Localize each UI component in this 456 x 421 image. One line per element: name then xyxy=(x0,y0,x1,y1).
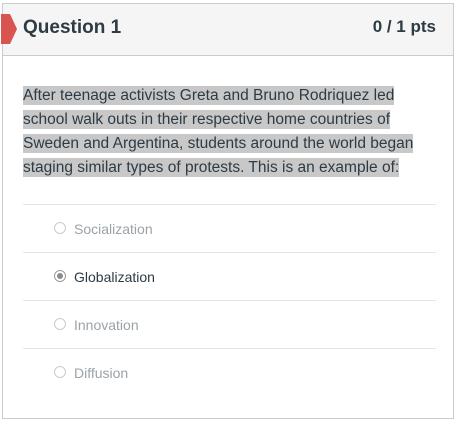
radio-icon[interactable] xyxy=(54,318,66,330)
question-text: After teenage activists Greta and Bruno … xyxy=(23,84,428,180)
radio-icon[interactable] xyxy=(54,222,66,234)
radio-icon[interactable] xyxy=(54,366,66,378)
answer-label: Socialization xyxy=(74,221,153,237)
question-header: Question 1 0 / 1 pts xyxy=(1,4,453,56)
answer-option-innovation[interactable]: Innovation xyxy=(23,300,436,348)
question-card: Question 1 0 / 1 pts After teenage activ… xyxy=(1,3,454,419)
answer-option-socialization[interactable]: Socialization xyxy=(23,204,436,252)
radio-selected-icon[interactable] xyxy=(54,270,66,282)
answer-label: Globalization xyxy=(74,269,155,285)
answer-list: Socialization Globalization Innovation D… xyxy=(23,204,436,396)
question-text-content: After teenage activists Greta and Bruno … xyxy=(23,86,414,177)
answer-option-globalization[interactable]: Globalization xyxy=(23,252,436,300)
answer-label: Diffusion xyxy=(74,365,129,381)
answer-option-diffusion[interactable]: Diffusion xyxy=(23,348,436,396)
incorrect-marker-icon xyxy=(1,14,17,44)
question-title: Question 1 xyxy=(23,17,122,38)
question-points: 0 / 1 pts xyxy=(372,17,436,36)
answer-label: Innovation xyxy=(74,317,139,333)
